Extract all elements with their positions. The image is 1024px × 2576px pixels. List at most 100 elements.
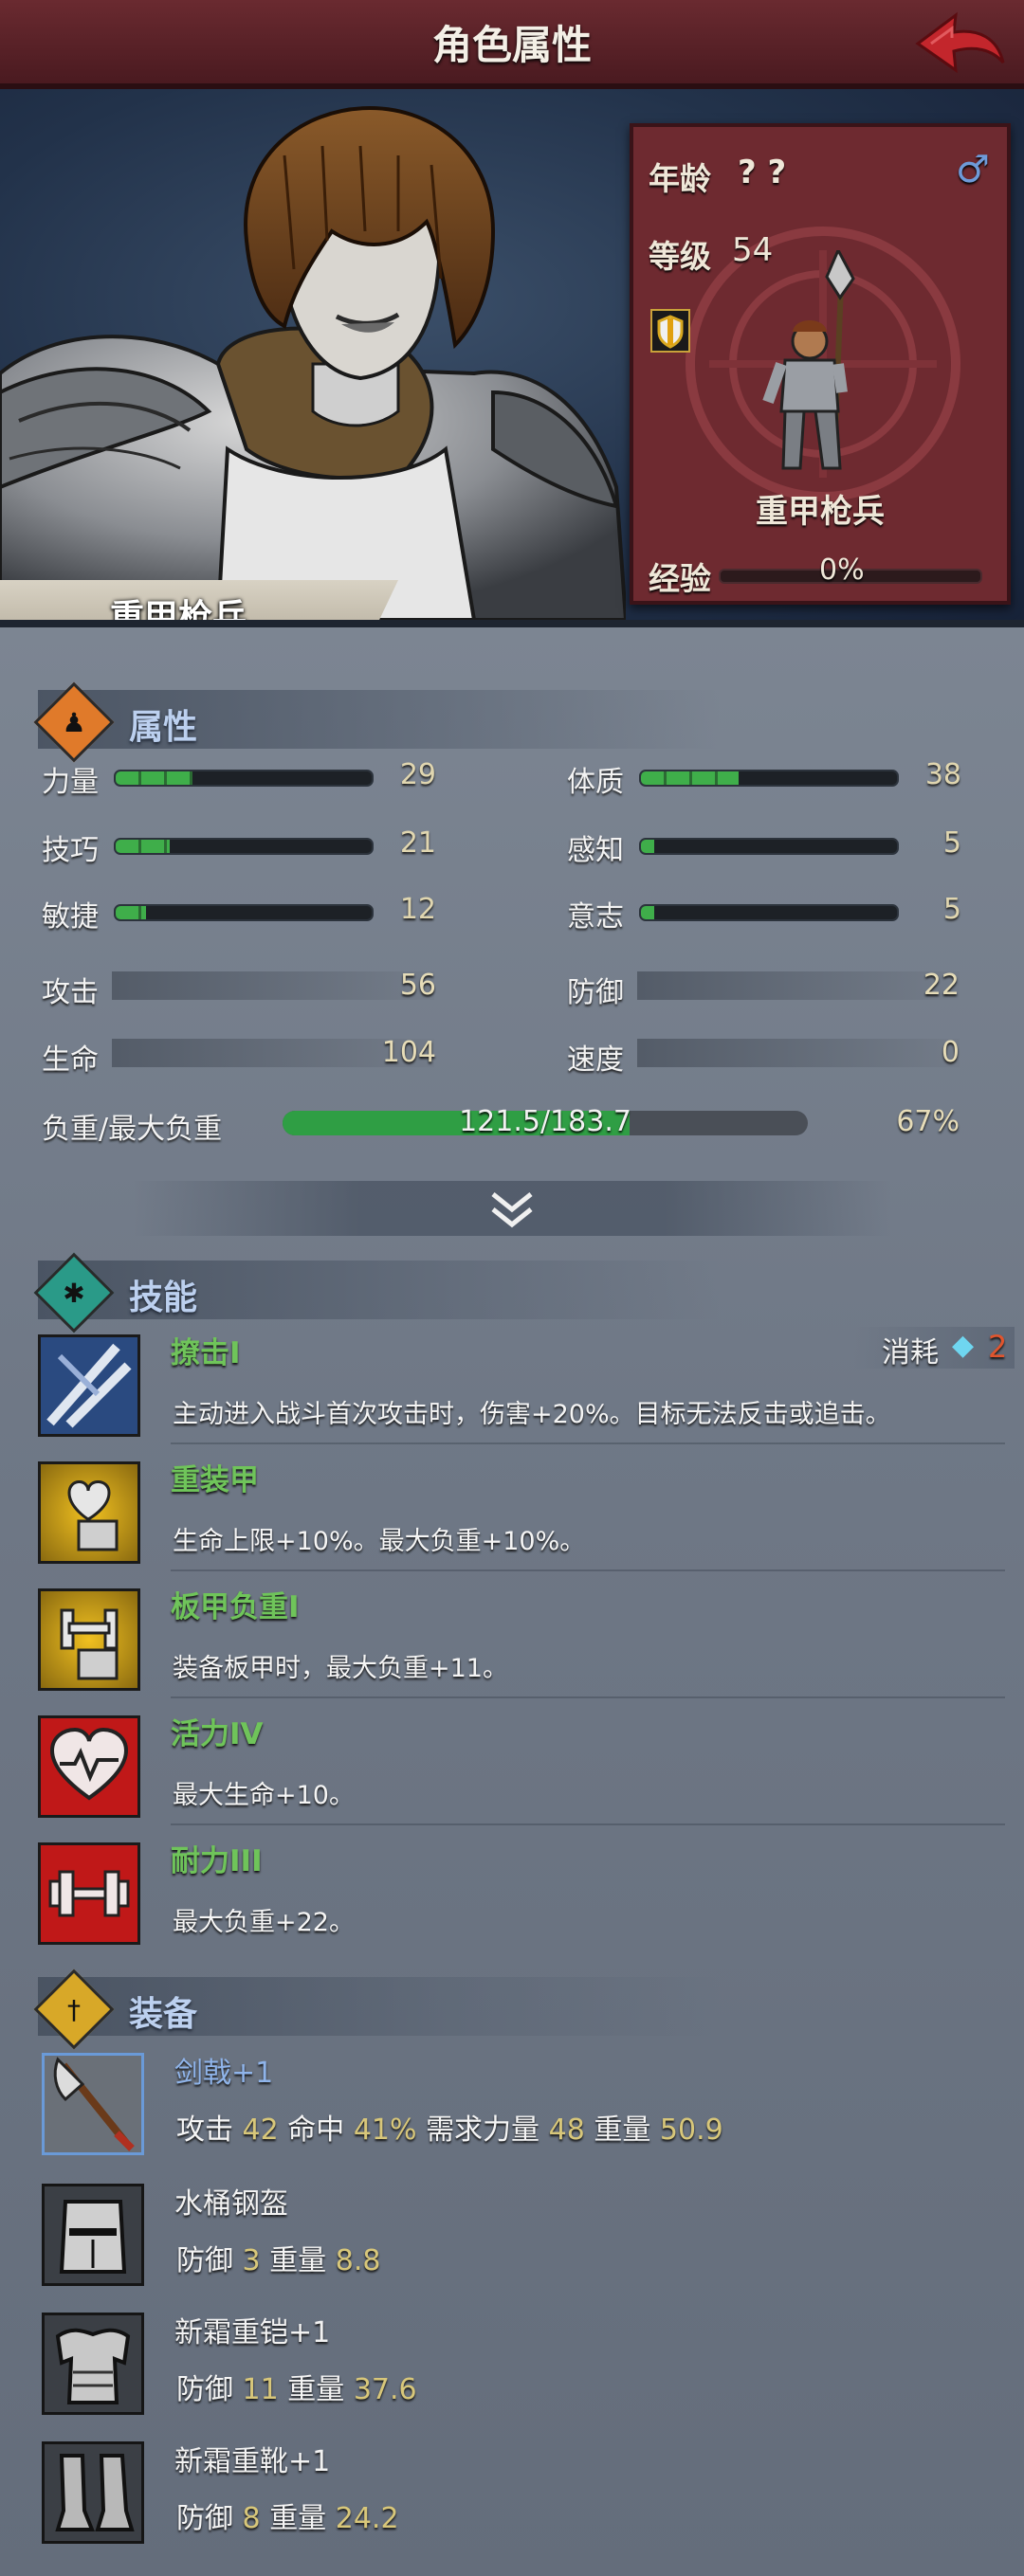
equipment-name: 新霜重铠+1 xyxy=(174,2316,331,2349)
attributes-section-header: ♟ 属性 xyxy=(33,681,721,763)
attributes-title: 属性 xyxy=(129,708,198,747)
plate-load-icon xyxy=(38,1588,140,1691)
attribute-value: 38 xyxy=(924,758,961,791)
attribute-bar-fill xyxy=(641,840,654,853)
attribute-label: 技巧 xyxy=(42,834,99,867)
equipment-stats: 防御 8 重量 24.2 xyxy=(176,2494,399,2536)
attribute-label: 敏捷 xyxy=(42,900,99,934)
stat-value: 11 xyxy=(242,2373,279,2406)
row-divider xyxy=(171,1442,1005,1444)
equipment-title: 装备 xyxy=(129,1995,198,2034)
attribute-value: 5 xyxy=(942,893,961,926)
halberd-icon xyxy=(42,2053,144,2155)
attribute-bar-fill xyxy=(116,840,170,853)
attribute-label: 力量 xyxy=(42,766,99,799)
class-name: 重甲枪兵 xyxy=(756,493,885,531)
back-button[interactable] xyxy=(912,6,1007,78)
stat-value: 8 xyxy=(242,2502,261,2535)
age-label: 年龄 xyxy=(649,160,711,197)
skill-name: 耐力III xyxy=(171,1844,263,1878)
stat-value: 48 xyxy=(548,2113,585,2147)
unit-portrait xyxy=(0,105,626,620)
skill-description: 装备板甲时，最大负重+11。 xyxy=(173,1654,508,1683)
back-arrow-icon xyxy=(915,11,1005,74)
title-bar: 角色属性 xyxy=(0,0,1024,89)
skill-description: 主动进入战斗首次攻击时，伤害+20%。目标无法反击或追击。 xyxy=(173,1400,891,1429)
attribute-value: 5 xyxy=(942,826,961,860)
diamond-gem-icon: ◆ xyxy=(952,1329,975,1362)
heavy-armor-icon xyxy=(38,1461,140,1564)
attribute-bar xyxy=(114,904,374,921)
stat-value: 3 xyxy=(242,2244,261,2277)
equipment-section-header: † 装备 xyxy=(33,1968,721,2050)
row-divider xyxy=(171,1696,1005,1698)
skill-description: 最大负重+22。 xyxy=(173,1908,355,1937)
skill-cost: 消耗 ◆ 2 xyxy=(853,1327,1015,1370)
exp-value: 0% xyxy=(819,553,865,587)
attribute-bar xyxy=(114,770,374,787)
dumbbell-endurance-icon xyxy=(38,1842,140,1945)
plate-armor-icon xyxy=(42,2313,144,2415)
row-divider xyxy=(171,1823,1005,1825)
attribute-bar xyxy=(639,770,899,787)
stat-key: 重量 xyxy=(594,2113,651,2147)
health-label: 生命 xyxy=(42,1043,99,1077)
attribute-bar xyxy=(639,904,899,921)
equipment-stats: 防御 3 重量 8.8 xyxy=(176,2237,380,2278)
attack-value: 56 xyxy=(399,969,436,1002)
attribute-bar-fill xyxy=(641,771,739,785)
heart-vitality-icon xyxy=(38,1715,140,1818)
load-percent: 67% xyxy=(896,1105,960,1138)
speed-label: 速度 xyxy=(567,1043,624,1077)
attribute-value: 21 xyxy=(399,826,436,860)
unit-info-card: 年龄 ? ? ♂ 等级 54 重甲枪兵 经验 0% xyxy=(630,123,1011,605)
health-value: 104 xyxy=(381,1036,436,1069)
defense-label: 防御 xyxy=(567,976,624,1009)
skills-section-header: ✱ 技能 xyxy=(33,1252,721,1333)
attribute-label: 体质 xyxy=(567,766,624,799)
skill-name: 板甲负重I xyxy=(171,1590,300,1624)
shield-badge-icon[interactable] xyxy=(650,309,690,353)
stat-value: 41% xyxy=(353,2113,417,2147)
skill-description: 生命上限+10%。最大负重+10%。 xyxy=(173,1527,586,1556)
equipment-name: 剑戟+1 xyxy=(174,2057,274,2090)
page-title: 角色属性 xyxy=(431,22,592,68)
stat-key: 重量 xyxy=(287,2373,345,2406)
stat-value: 8.8 xyxy=(335,2244,381,2277)
double-chevron-down-icon xyxy=(491,1192,533,1228)
equipment-stats: 防御 11 重量 37.6 xyxy=(176,2366,417,2407)
speed-value: 0 xyxy=(941,1036,960,1069)
stat-key: 需求力量 xyxy=(426,2113,540,2147)
stat-value: 24.2 xyxy=(335,2502,399,2535)
attribute-bar xyxy=(639,838,899,855)
attribute-bar-fill xyxy=(116,906,147,919)
equipment-name: 水桶钢盔 xyxy=(174,2187,288,2221)
level-label: 等级 xyxy=(649,238,711,275)
expand-button[interactable] xyxy=(133,1181,891,1236)
load-value: 121.5/183.7 xyxy=(459,1105,631,1138)
row-divider xyxy=(171,1569,1005,1571)
stat-value: 37.6 xyxy=(353,2373,417,2406)
skill-name: 活力IV xyxy=(171,1717,264,1751)
attribute-bar-fill xyxy=(116,771,192,785)
stat-key: 命中 xyxy=(287,2113,345,2147)
equipment-stats: 攻击 42 命中 41% 需求力量 48 重量 50.9 xyxy=(176,2106,723,2148)
stat-key: 防御 xyxy=(176,2502,233,2535)
skill-name: 撩击I xyxy=(171,1336,241,1370)
skills-title: 技能 xyxy=(129,1279,198,1317)
stat-key: 防御 xyxy=(176,2373,233,2406)
skill-description: 最大生命+10。 xyxy=(173,1781,355,1810)
defense-value: 22 xyxy=(923,969,960,1002)
exp-label: 经验 xyxy=(649,560,711,597)
equipment-name: 新霜重靴+1 xyxy=(174,2445,331,2478)
male-gender-icon: ♂ xyxy=(956,148,990,191)
attribute-label: 感知 xyxy=(567,834,624,867)
attribute-bar xyxy=(114,838,374,855)
stat-key: 重量 xyxy=(269,2502,327,2535)
cost-label: 消耗 xyxy=(882,1336,939,1370)
skill-name: 重装甲 xyxy=(171,1463,259,1497)
attribute-value: 12 xyxy=(399,893,436,926)
age-value: ? ? xyxy=(738,154,787,191)
unit-sprite xyxy=(762,250,855,470)
attribute-value: 29 xyxy=(399,758,436,791)
